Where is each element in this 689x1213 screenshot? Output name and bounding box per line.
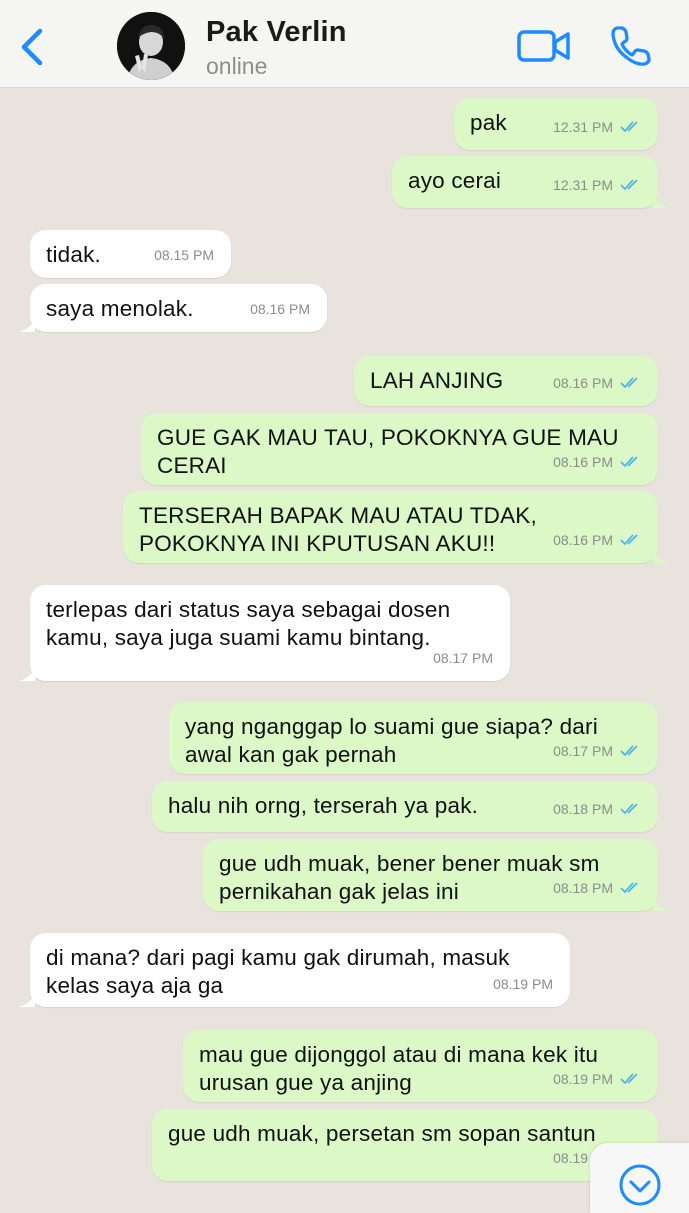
outgoing-message[interactable]: mau gue dijonggol atau di mana kek itu u… [183, 1030, 658, 1102]
phone-icon[interactable] [609, 24, 653, 68]
message-meta: 08.16 PM [553, 369, 642, 397]
double-check-icon [620, 121, 638, 133]
outgoing-message[interactable]: GUE GAK MAU TAU, POKOKNYA GUE MAU CERAI … [141, 413, 658, 485]
message-meta: 08.15 PM [154, 241, 214, 269]
bubble-tail [653, 547, 669, 563]
bubble-tail [19, 316, 35, 332]
message-time: 08.15 PM [154, 247, 214, 263]
avatar[interactable] [117, 12, 185, 80]
message-time: 08.16 PM [553, 454, 613, 470]
message-meta: 08.18 PM [553, 795, 642, 823]
contact-name[interactable]: Pak Verlin [206, 16, 347, 49]
message-text: di mana? dari pagi kamu gak dirumah, mas… [46, 945, 510, 970]
message-meta: 12.31 PM [553, 113, 642, 141]
bubble-tail [653, 895, 669, 911]
message-text: terlepas dari status saya sebagai dosen [46, 597, 451, 622]
message-time: 12.31 PM [553, 177, 613, 193]
incoming-message[interactable]: di mana? dari pagi kamu gak dirumah, mas… [19, 933, 570, 1007]
double-check-icon [620, 534, 638, 546]
message-time: 08.19 PM [553, 1071, 613, 1087]
scroll-to-bottom-button[interactable] [590, 1143, 689, 1213]
message-meta: 08.18 PM [553, 874, 642, 902]
incoming-message[interactable]: terlepas dari status saya sebagai dosen … [19, 585, 510, 681]
double-check-icon [620, 882, 638, 894]
message-meta: 08.16 PM [553, 448, 642, 476]
double-check-icon [620, 179, 638, 191]
message-time: 12.31 PM [553, 119, 613, 135]
contact-status: online [206, 53, 268, 79]
bubble-tail [19, 991, 35, 1007]
incoming-message[interactable]: tidak. 08.15 PM [30, 230, 231, 278]
message-time: 08.16 PM [553, 375, 613, 391]
message-meta: 08.19 PM [493, 970, 553, 998]
outgoing-message[interactable]: gue udh muak, persetan sm sopan santun 0… [152, 1109, 658, 1181]
double-check-icon [620, 456, 638, 468]
message-time: 08.16 PM [553, 532, 613, 548]
message-meta: 08.16 PM [553, 526, 642, 554]
message-time: 08.17 PM [433, 650, 493, 666]
message-text: kelas saya aja ga [46, 973, 224, 998]
outgoing-message[interactable]: LAH ANJING 08.16 PM [354, 356, 658, 406]
outgoing-message[interactable]: ayo cerai 12.31 PM [392, 156, 669, 208]
message-text: kamu, saya juga suami kamu bintang. [46, 625, 431, 650]
outgoing-message[interactable]: pak 12.31 PM [454, 98, 658, 150]
bubble-tail [653, 192, 669, 208]
message-meta: 08.19 PM [553, 1065, 642, 1093]
message-time: 08.16 PM [250, 301, 310, 317]
outgoing-message[interactable]: gue udh muak, bener bener muak sm pernik… [203, 839, 669, 911]
message-time: 08.18 PM [553, 801, 613, 817]
double-check-icon [620, 745, 638, 757]
message-meta: 12.31 PM [553, 171, 642, 199]
message-meta: 08.17 PM [433, 644, 493, 672]
video-camera-icon[interactable] [517, 29, 571, 63]
message-time: 08.17 PM [553, 743, 613, 759]
outgoing-message[interactable]: halu nih orng, terserah ya pak. 08.18 PM [152, 781, 658, 832]
double-check-icon [620, 1073, 638, 1085]
double-check-icon [620, 803, 638, 815]
chat-header: Pak Verlin online [0, 0, 689, 88]
message-meta: 08.16 PM [250, 295, 310, 323]
outgoing-message[interactable]: yang nganggap lo suami gue siapa? dari a… [169, 702, 658, 774]
message-time: 08.19 PM [493, 976, 553, 992]
chevron-down-circle-icon [619, 1164, 661, 1206]
double-check-icon [620, 377, 638, 389]
incoming-message[interactable]: saya menolak. 08.16 PM [19, 284, 327, 332]
bubble-tail [19, 665, 35, 681]
outgoing-message[interactable]: TERSERAH BAPAK MAU ATAU TDAK, POKOKNYA I… [123, 491, 669, 563]
chevron-left-icon[interactable] [18, 28, 46, 66]
message-meta: 08.17 PM [553, 737, 642, 765]
message-time: 08.18 PM [553, 880, 613, 896]
